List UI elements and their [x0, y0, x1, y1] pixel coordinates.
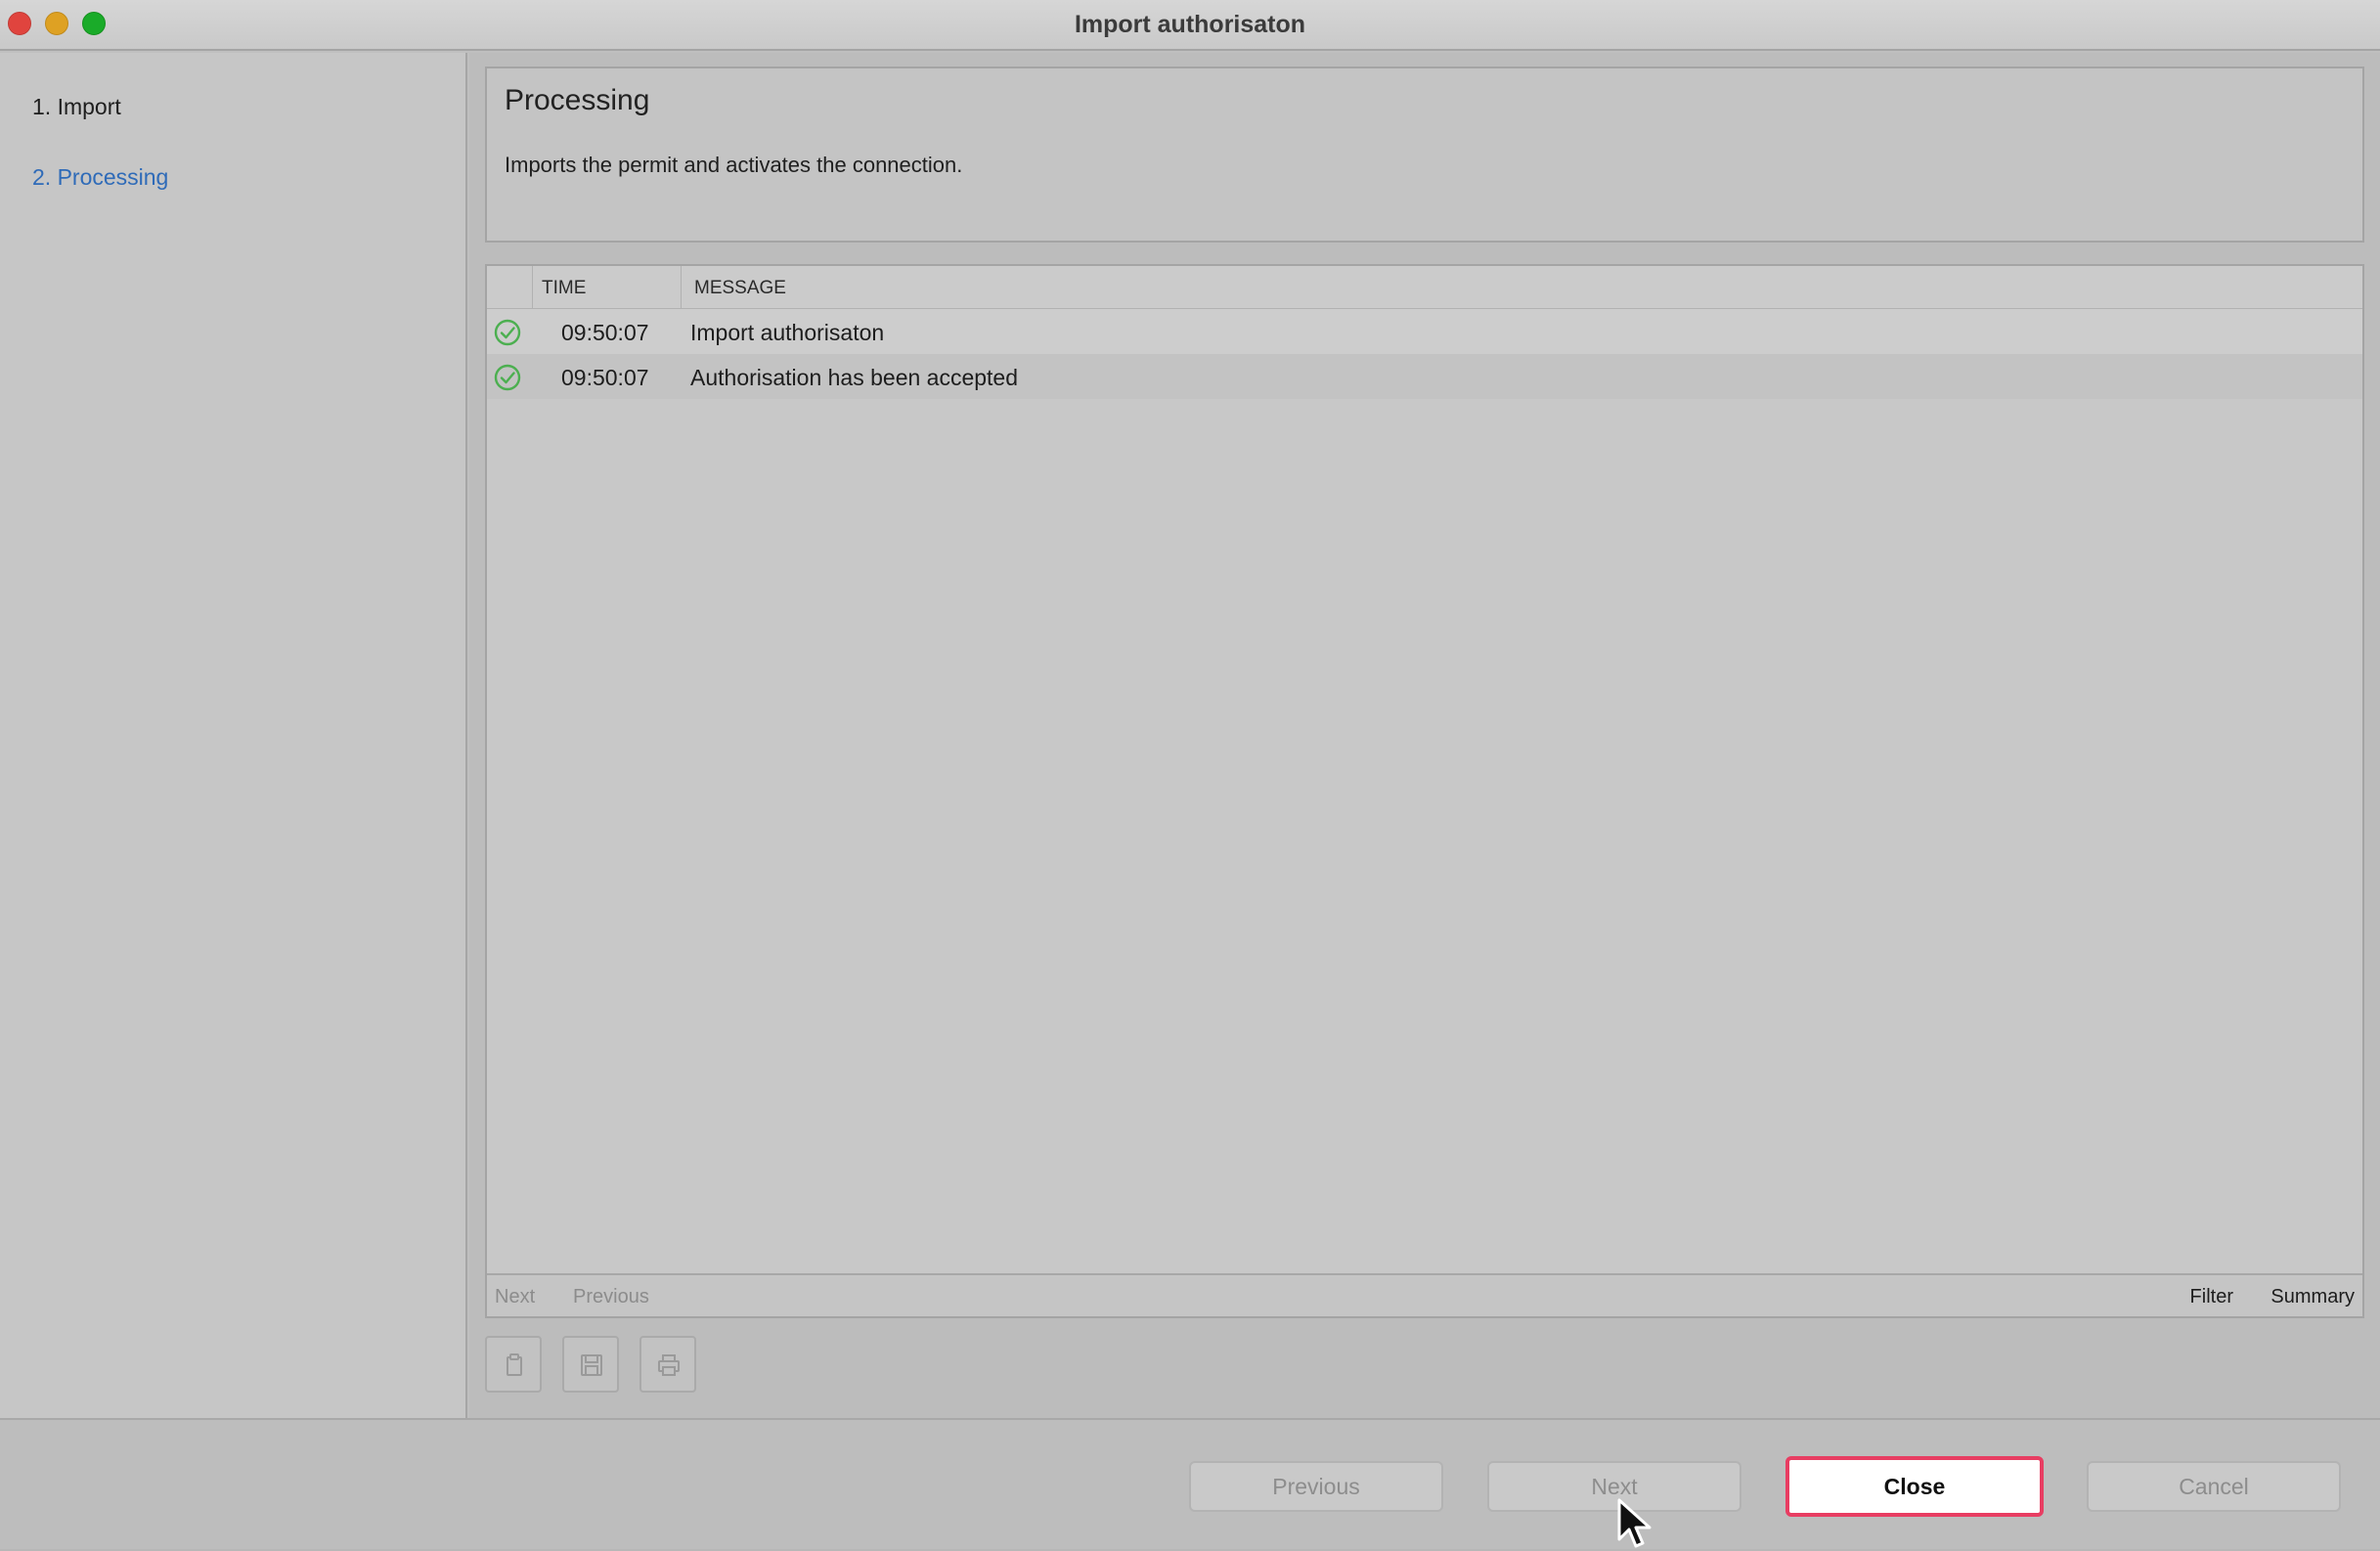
step-title: Processing [505, 84, 650, 116]
table-row[interactable]: 09:50:07 Authorisation has been accepted [487, 354, 2362, 399]
success-check-icon [494, 319, 521, 346]
message-log-table: TIME MESSAGE 09:50:07 Import authorisato… [485, 264, 2364, 1318]
row-time: 09:50:07 [561, 365, 649, 390]
table-header: TIME MESSAGE [487, 266, 2362, 309]
mouse-pointer-icon [1617, 1498, 1652, 1548]
previous-button[interactable]: Previous [1189, 1461, 1443, 1512]
row-message: Authorisation has been accepted [690, 365, 1019, 390]
row-message: Import authorisaton [690, 320, 885, 345]
step-processing[interactable]: 2. Processing [32, 164, 168, 191]
table-row[interactable]: 09:50:07 Import authorisaton [487, 309, 2362, 354]
column-header-message[interactable]: MESSAGE [694, 278, 786, 299]
row-time: 09:50:07 [561, 320, 649, 345]
column-divider[interactable] [681, 266, 682, 309]
close-button[interactable]: Close [1785, 1456, 2044, 1517]
title-bar: Import authorisaton [0, 0, 2380, 51]
success-check-icon [494, 364, 521, 391]
log-filter-link[interactable]: Filter [2190, 1286, 2233, 1308]
wizard-steps-sidebar: 1. Import 2. Processing [0, 53, 467, 1418]
copy-icon [507, 1353, 522, 1376]
print-button[interactable] [639, 1336, 696, 1393]
step-description: Imports the permit and activates the con… [505, 153, 963, 177]
column-divider[interactable] [532, 266, 533, 309]
step-import[interactable]: 1. Import [32, 94, 121, 120]
window-title: Import authorisaton [1074, 11, 1306, 38]
column-header-time[interactable]: TIME [542, 278, 586, 299]
save-icon [581, 1354, 602, 1376]
save-button[interactable] [562, 1336, 619, 1393]
wizard-button-bar: Previous Next Close Cancel [0, 1418, 2380, 1549]
import-authorisation-window: Import authorisaton 1. Import 2. Process… [0, 0, 2380, 1549]
log-previous-link[interactable]: Previous [573, 1286, 649, 1308]
print-icon [658, 1354, 680, 1376]
table-footer: Next Previous Filter Summary [487, 1273, 2362, 1316]
cancel-button[interactable]: Cancel [2087, 1461, 2341, 1512]
next-button[interactable]: Next [1487, 1461, 1741, 1512]
main-content: Processing Imports the permit and activa… [469, 53, 2380, 1418]
log-next-link[interactable]: Next [495, 1286, 535, 1308]
copy-button[interactable] [485, 1336, 542, 1393]
log-summary-link[interactable]: Summary [2270, 1286, 2355, 1308]
step-header-panel: Processing Imports the permit and activa… [485, 66, 2364, 243]
